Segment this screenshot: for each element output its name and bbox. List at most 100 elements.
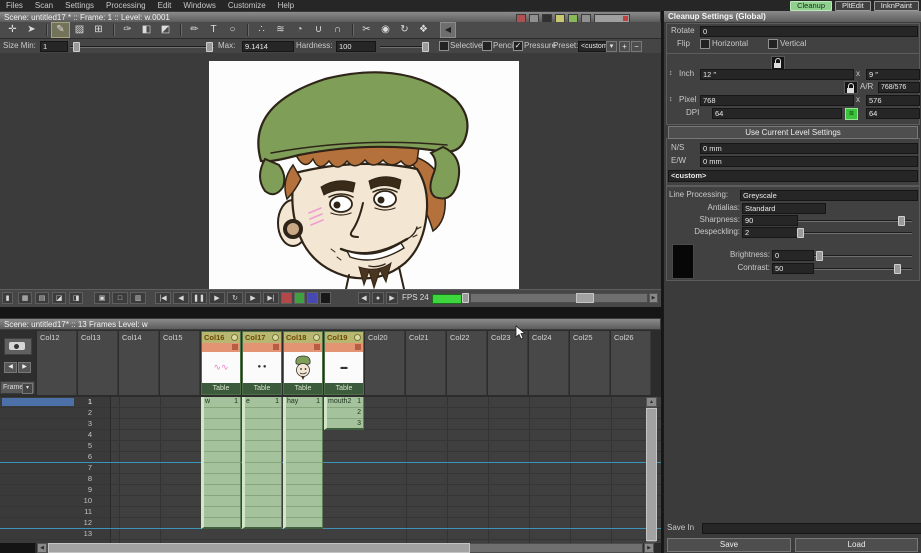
max-field[interactable]: 9.1414 (242, 41, 294, 52)
column-config-icon[interactable] (354, 334, 361, 341)
tool-hand[interactable]: ❖ (415, 23, 432, 37)
column-filter-icon[interactable] (355, 344, 361, 350)
column-filter-icon[interactable] (314, 344, 320, 350)
preset-remove-button[interactable]: − (631, 41, 642, 52)
column-header-col25[interactable]: Col25 (570, 331, 610, 395)
menu-item-processing[interactable]: Processing (100, 0, 152, 11)
save-in-field[interactable] (702, 523, 921, 534)
contrast-handle[interactable] (894, 264, 901, 274)
menu-item-scan[interactable]: Scan (29, 0, 59, 11)
play[interactable]: ▶ (209, 292, 225, 304)
xsheet-hscroll-left-icon[interactable]: ◀ (37, 543, 47, 553)
brightness-handle[interactable] (816, 251, 823, 261)
camera-test[interactable]: ▥ (130, 292, 146, 304)
column-header-col23[interactable]: Col23 (488, 331, 528, 395)
current-frame-indicator[interactable]: ● (372, 292, 384, 304)
column-filter-icon[interactable] (232, 344, 238, 350)
rotate-field[interactable]: 0 (700, 26, 918, 37)
menu-item-edit[interactable]: Edit (152, 0, 178, 11)
xsheet-row[interactable]: 10 (0, 496, 661, 507)
tool-pinch[interactable]: ≋ (272, 23, 289, 37)
viewer-hscroll-right-icon[interactable]: ▶ (649, 293, 658, 303)
dpi-field[interactable]: 64 (712, 108, 842, 119)
swap-inch-icon[interactable]: ↕ (669, 69, 673, 79)
tool-rgb-picker[interactable]: ◧ (138, 23, 155, 37)
room-tab-cleanup[interactable]: Cleanup (790, 1, 833, 11)
despeckling-slider[interactable] (798, 232, 912, 234)
room-tab-pltedit[interactable]: PltEdit (835, 1, 871, 11)
tool-style-picker[interactable]: ✑ (119, 23, 136, 37)
column-filter-icon[interactable] (273, 344, 279, 350)
tool-type[interactable]: T (205, 23, 222, 37)
menu-item-files[interactable]: Files (0, 0, 29, 11)
xsheet-vscroll-up-icon[interactable]: ▲ (646, 397, 657, 407)
blue-channel[interactable] (307, 292, 318, 304)
tool-brush[interactable]: ✎ (51, 22, 70, 38)
prev-frame[interactable]: ◀ (173, 292, 189, 304)
tool-eraser[interactable]: ▨ (71, 23, 88, 37)
camera-view[interactable]: ▦ (18, 292, 32, 304)
brightness-field[interactable]: 0 (772, 250, 814, 261)
column-header-col19[interactable]: Col19 ▬ Table (324, 331, 364, 395)
size-max-handle[interactable] (206, 42, 213, 52)
tool-tape[interactable]: ⊞ (90, 23, 107, 37)
pencil-checkbox[interactable] (482, 41, 492, 51)
compare-view[interactable]: ◨ (69, 292, 83, 304)
column-header-col24[interactable]: Col24 (529, 331, 569, 395)
drawing-canvas[interactable] (209, 61, 519, 290)
xsheet-row[interactable]: 7 (0, 463, 661, 474)
swap-pixel-icon[interactable]: ↕ (669, 95, 673, 105)
tool-control-point-editor[interactable]: ∴ (253, 23, 270, 37)
xsheet-hscroll-right-icon[interactable]: ▶ (644, 543, 654, 553)
viewer-hscroll-thumb[interactable] (576, 293, 594, 303)
fps-slider-handle[interactable] (462, 293, 469, 303)
xsheet-row[interactable]: 9 (0, 485, 661, 496)
despeckling-handle[interactable] (797, 228, 804, 238)
3d-view[interactable]: ◪ (52, 292, 66, 304)
column-header-col20[interactable]: Col20 (365, 331, 405, 395)
playback-options[interactable]: ▮ (2, 292, 13, 304)
size-min-handle[interactable] (73, 42, 80, 52)
flip-vertical-checkbox[interactable] (768, 39, 778, 49)
column-config-icon[interactable] (231, 334, 238, 341)
ns-field[interactable]: 0 mm (700, 143, 918, 154)
tool-geometric[interactable]: ○ (224, 23, 241, 37)
tool-zoom[interactable]: ◉ (377, 23, 394, 37)
tool-pump[interactable]: ◔ (291, 23, 308, 37)
antialias-field[interactable]: Standard (742, 203, 826, 214)
safe-area[interactable]: □ (112, 292, 128, 304)
cell-range-hay[interactable]: hay 1 (283, 397, 323, 529)
column-header-col15[interactable]: Col15 (160, 331, 200, 395)
column-config-icon[interactable] (272, 334, 279, 341)
flip-horizontal-checkbox[interactable] (700, 39, 710, 49)
viewer-work-area[interactable] (0, 53, 661, 290)
cell-range-e[interactable]: e1 (242, 397, 282, 529)
cell-range-mouth2[interactable]: mouth2 1 2 3 (324, 397, 364, 430)
tool-fill[interactable]: ◩ (157, 23, 174, 37)
contrast-field[interactable]: 50 (772, 263, 814, 274)
tool-rotate[interactable]: ↻ (396, 23, 413, 37)
toolbar-collapse-icon[interactable]: ◀ (440, 22, 456, 38)
green-channel[interactable] (294, 292, 305, 304)
column-header-col12[interactable]: Col12 (37, 331, 77, 395)
xsheet-row[interactable]: 11 (0, 507, 661, 518)
next-frame[interactable]: ▶ (245, 292, 261, 304)
ar-field[interactable]: 768/576 (878, 82, 920, 93)
loop[interactable]: ↻ (227, 292, 243, 304)
xsheet-row[interactable]: 5 (0, 441, 661, 452)
brightness-slider[interactable] (814, 255, 912, 257)
column-header-col14[interactable]: Col14 (119, 331, 159, 395)
inch-width-field[interactable]: 12 ″ (700, 69, 854, 80)
last-frame[interactable]: ▶| (263, 292, 279, 304)
field-guide[interactable]: ▣ (94, 292, 110, 304)
hardness-handle[interactable] (422, 42, 429, 52)
preset-field[interactable]: <custom> (578, 41, 608, 52)
tool-paint-brush[interactable]: ✏ (186, 23, 203, 37)
column-header-col22[interactable]: Col22 (447, 331, 487, 395)
camera-preset-dropdown[interactable]: <custom> (668, 170, 918, 182)
sharpness-handle[interactable] (898, 216, 905, 226)
tool-selection[interactable]: ➤ (23, 23, 40, 37)
ar-lock-icon[interactable] (844, 81, 858, 94)
tool-cutter[interactable]: ✂ (358, 23, 375, 37)
red-channel[interactable] (281, 292, 292, 304)
